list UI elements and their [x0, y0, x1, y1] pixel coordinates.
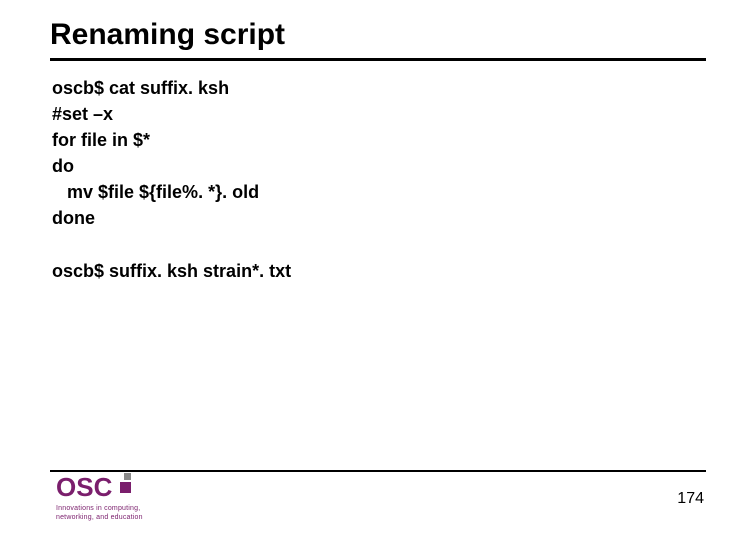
code-line-1: oscb$ cat suffix. ksh	[52, 75, 706, 101]
logo-square-large	[120, 482, 131, 493]
code-block: oscb$ cat suffix. ksh #set –x for file i…	[50, 75, 706, 284]
slide-title: Renaming script	[50, 18, 706, 58]
code-line-5: mv $file ${file%. *}. old	[52, 179, 706, 205]
code-line-3: for file in $*	[52, 127, 706, 153]
code-line-2: #set –x	[52, 101, 706, 127]
slide-container: Renaming script oscb$ cat suffix. ksh #s…	[0, 0, 756, 540]
code-line-6: done	[52, 205, 706, 231]
footer-rule	[50, 470, 706, 472]
code-line-7: oscb$ suffix. ksh strain*. txt	[52, 258, 706, 284]
logo-mark-icon	[113, 473, 131, 497]
logo-tagline-1: Innovations in computing,	[56, 505, 143, 513]
title-underline	[50, 58, 706, 61]
logo-square-small	[124, 473, 131, 480]
page-number: 174	[677, 490, 704, 508]
logo-tagline-2: networking, and education	[56, 514, 143, 522]
logo-row: OSC	[56, 472, 143, 503]
code-line-4: do	[52, 153, 706, 179]
logo: OSC Innovations in computing, networking…	[56, 472, 143, 522]
logo-text: OSC	[56, 472, 112, 503]
code-spacer	[52, 232, 706, 258]
